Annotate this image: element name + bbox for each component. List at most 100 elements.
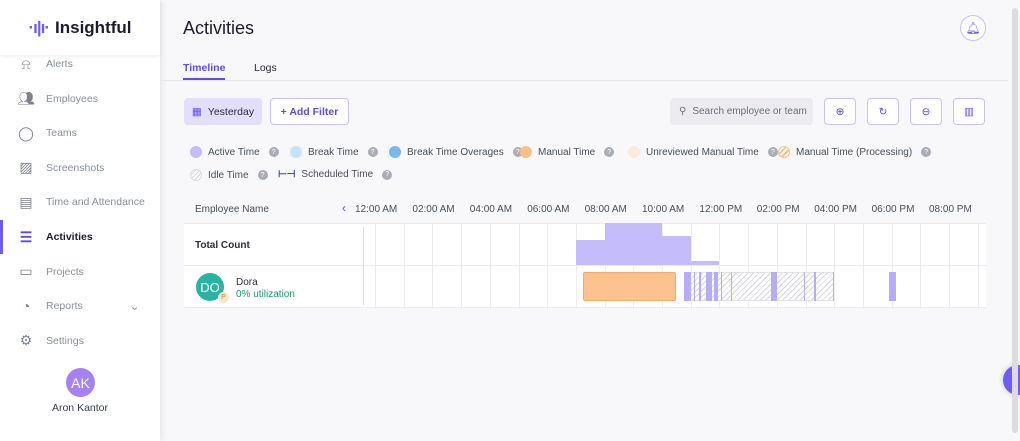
legend-item: Active Time? [190, 146, 279, 158]
active-time-block[interactable] [699, 272, 701, 301]
tabs: Timeline Logs [160, 58, 1008, 81]
legend-swatch [190, 169, 202, 181]
grid-line [834, 223, 836, 309]
chevron-down-icon[interactable]: ⌄ [130, 300, 139, 313]
utilization: 0% utilization [236, 289, 295, 300]
active-time-block[interactable] [888, 272, 896, 301]
tab-timeline[interactable]: Timeline [183, 62, 226, 80]
sidebar: ·ı|ı· Insightful ⍾ Alerts 👥︎ Employees ◯ Teams… [0, 0, 160, 441]
sidebar-item-label: Teams [46, 127, 77, 140]
tab-logs[interactable]: Logs [254, 62, 277, 74]
main: Activities 🔔︎ Timeline Logs ▦ Yesterday +… [160, 0, 1008, 441]
legend-swatch [778, 146, 790, 158]
user-name: Aron Kantor [51, 402, 109, 414]
help-icon[interactable]: ? [382, 169, 393, 180]
grid-line [977, 223, 979, 309]
sidebar-item-employees[interactable]: 👥︎ Employees [0, 82, 160, 116]
active-time-block[interactable] [693, 272, 695, 301]
search-icon: ⚲ [679, 106, 687, 117]
notifications-button[interactable]: 🔔︎ [960, 15, 986, 41]
sidebar-item-settings[interactable]: ⚙ Settings [0, 324, 160, 358]
zoom-out-button[interactable]: ⊖ [910, 98, 942, 125]
sidebar-item-time-and-attendance[interactable]: ▤ Time and Attendance [0, 185, 160, 219]
active-time-block[interactable] [804, 272, 806, 301]
active-time-block[interactable] [713, 272, 718, 301]
help-icon[interactable]: ? [767, 147, 778, 157]
total-count-label: Total Count [195, 240, 250, 251]
legend-item: Break Time Overages? [389, 146, 523, 158]
sidebar-item-activities[interactable]: ☰ Activities [0, 220, 160, 254]
active-time-block[interactable] [720, 272, 723, 301]
scrollbar[interactable] [1012, 8, 1018, 433]
zoom-in-button[interactable]: ⊕ [824, 98, 856, 125]
grid-line [461, 223, 463, 309]
briefcase-icon: ▭ [19, 263, 33, 280]
help-icon[interactable]: ? [268, 147, 279, 157]
legend-swatch [520, 146, 532, 158]
teams-icon: ◯ [18, 124, 34, 141]
hour-label: 12:00 AM [355, 204, 398, 215]
sidebar-item-reports[interactable]: ◔ Reports ⌄ [0, 289, 160, 323]
zoom-in-icon: ⊕ [835, 105, 845, 118]
total-bar [604, 223, 662, 265]
help-icon[interactable]: ? [921, 147, 932, 157]
bell-icon: ⍾ [21, 55, 31, 72]
date-picker-button[interactable]: ▦ Yesterday [184, 98, 262, 125]
list-icon: ☰ [19, 228, 33, 245]
hour-label: 12:00 PM [699, 204, 743, 215]
sidebar-item-screenshots[interactable]: ▨ Screenshots [0, 151, 160, 185]
images-icon: ▨ [19, 159, 33, 176]
logo-mark-icon: ·ı|ı· [28, 17, 50, 37]
sidebar-item-label: Alerts [46, 58, 73, 70]
columns-button[interactable]: ▥ [953, 98, 985, 125]
grid-line [547, 223, 549, 309]
legend-item: Unreviewed Manual Time? [628, 146, 778, 158]
legend-item: Idle Time? [190, 169, 268, 181]
manual-time-block[interactable] [583, 272, 677, 301]
search-input[interactable]: ⚲ Search employee or team [670, 98, 813, 125]
active-time-block[interactable] [706, 272, 713, 301]
sidebar-item-projects[interactable]: ▭ Projects [0, 255, 160, 289]
timeline-grid: Employee Name ‹ Total Count DO P Dora 0%… [184, 197, 986, 309]
columns-icon: ▥ [964, 105, 974, 118]
legend-item: Manual Time? [520, 146, 615, 158]
total-bar [662, 235, 691, 265]
sidebar-item-teams[interactable]: ◯ Teams [0, 116, 160, 150]
employee-name[interactable]: Dora [236, 277, 258, 288]
hour-label: 02:00 AM [412, 204, 455, 215]
help-icon[interactable]: ? [257, 170, 268, 180]
sidebar-item-label: Employees [46, 92, 98, 105]
active-time-block[interactable] [730, 272, 733, 301]
hour-label: 04:00 AM [469, 204, 513, 215]
grid-line [403, 223, 405, 309]
sidebar-item-alerts[interactable]: ⍾ Alerts [0, 47, 160, 81]
help-icon[interactable]: ? [604, 147, 615, 157]
active-time-block[interactable] [683, 272, 691, 301]
legend-item: Break Time? [290, 146, 378, 158]
add-filter-button[interactable]: + Add Filter [270, 98, 349, 125]
sidebar-item-label: Screenshots [46, 161, 105, 174]
legend-swatch [389, 146, 401, 158]
avatar[interactable]: AK [66, 368, 95, 397]
grid-line [949, 223, 950, 309]
help-icon[interactable]: ? [367, 147, 378, 157]
employee-badge: P [218, 292, 229, 303]
calendar-icon: ▦ [191, 105, 202, 118]
gear-icon: ⚙ [19, 332, 33, 349]
refresh-icon: ↻ [878, 105, 888, 118]
grid-line [518, 223, 520, 309]
calendar-icon: ▤ [19, 193, 33, 210]
legend-item: ⊢⊣ Scheduled Time? [278, 169, 393, 180]
reset-button[interactable]: ↻ [867, 98, 899, 125]
total-bar [575, 239, 605, 265]
legend-swatch [290, 146, 302, 158]
grid-line [432, 223, 434, 309]
active-time-block[interactable] [814, 272, 816, 301]
sidebar-item-label: Time and Attendance [46, 196, 145, 209]
active-time-block[interactable] [771, 272, 777, 301]
chevron-left-icon[interactable]: ‹ [342, 201, 346, 215]
active-time-block[interactable] [832, 272, 835, 301]
legend-swatch [190, 146, 202, 158]
hour-label: 06:00 PM [871, 204, 915, 215]
sidebar-item-label: Settings [46, 334, 84, 347]
